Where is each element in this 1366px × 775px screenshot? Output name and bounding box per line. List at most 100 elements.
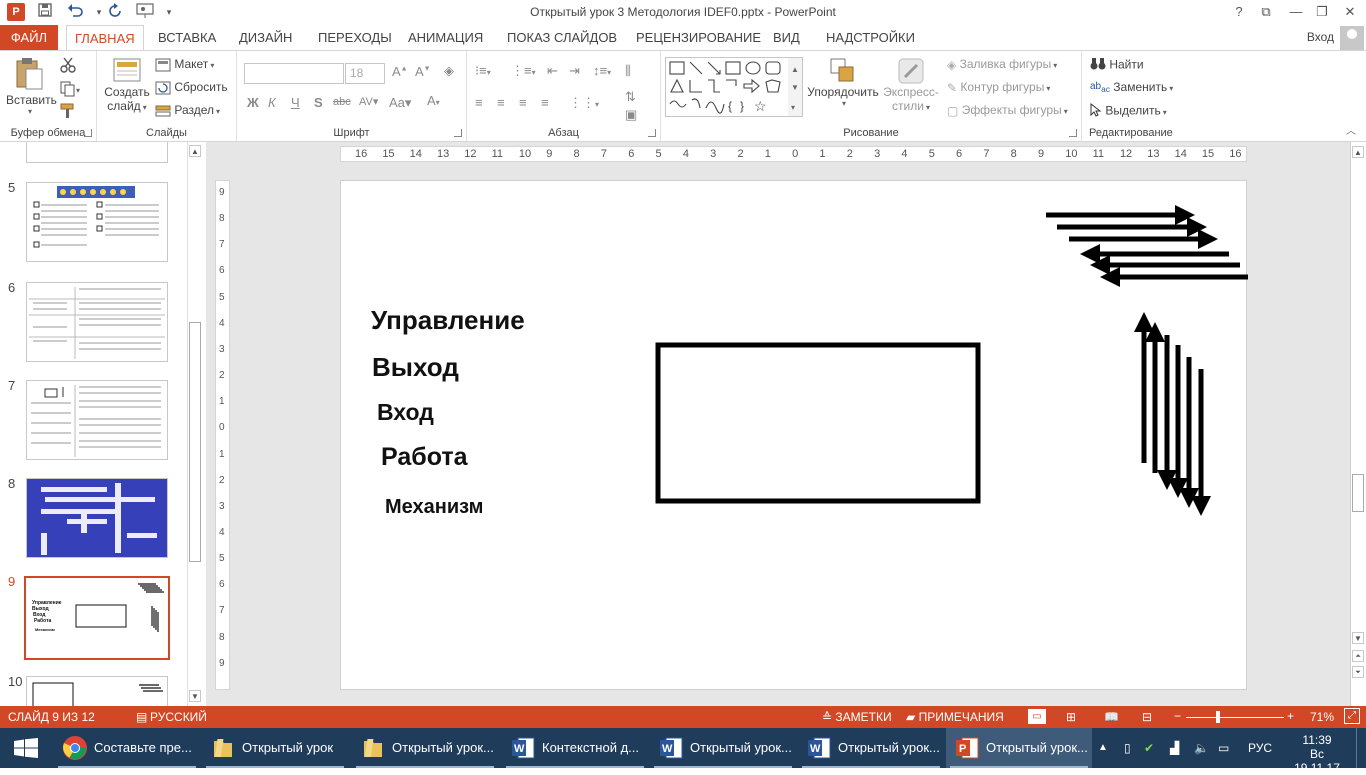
justify-icon[interactable]: ≡: [541, 95, 549, 110]
shape-effects-button[interactable]: ▢ Эффекты фигуры ▾: [947, 103, 1068, 118]
columns-2-icon[interactable]: ⋮⋮▾: [569, 95, 599, 111]
zoom-out-icon[interactable]: −: [1174, 709, 1181, 723]
drawing-launcher-icon[interactable]: [1069, 129, 1077, 137]
decrease-indent-icon[interactable]: ⇤: [547, 63, 558, 79]
editor-scroll-thumb[interactable]: [1352, 474, 1364, 512]
italic-icon[interactable]: К: [268, 95, 276, 110]
show-hidden-icons-icon[interactable]: ▲: [1098, 728, 1108, 768]
editor-scrollbar[interactable]: ▲ ▼ ⏶ ⏷: [1350, 142, 1366, 706]
editor-scroll-down-icon[interactable]: ▼: [1352, 632, 1364, 644]
tab-review[interactable]: РЕЦЕНЗИРОВАНИЕ: [634, 25, 763, 50]
zoom-level[interactable]: 71%: [1310, 710, 1334, 724]
slide-thumb-5[interactable]: [26, 182, 168, 262]
slide-thumb-10[interactable]: [26, 676, 168, 706]
battery-icon[interactable]: ▯: [1124, 728, 1131, 768]
align-center-icon[interactable]: ≡: [497, 95, 505, 110]
language-indicator[interactable]: РУССКИЙ: [150, 710, 207, 724]
char-spacing-icon[interactable]: AV▾: [359, 95, 378, 108]
taskbar-item-folder-2[interactable]: Открытый урок...: [352, 728, 498, 768]
ribbon-display-icon[interactable]: ⧉: [1252, 2, 1280, 22]
normal-view-icon[interactable]: ▭: [1028, 709, 1046, 724]
clock[interactable]: 11:39 Вс 19.11.17: [1286, 728, 1348, 775]
smartart-icon[interactable]: ▣: [625, 107, 637, 123]
taskbar-item-chrome[interactable]: Составьте пре...: [54, 728, 200, 768]
slide-counter[interactable]: СЛАЙД 9 ИЗ 12: [8, 710, 95, 724]
tab-insert[interactable]: ВСТАВКА: [156, 25, 218, 50]
tab-home[interactable]: ГЛАВНАЯ: [66, 25, 144, 51]
new-slide-button[interactable]: Создать слайд ▾: [103, 57, 151, 113]
shadow-icon[interactable]: S: [314, 95, 323, 110]
align-left-icon[interactable]: ≡: [475, 95, 483, 110]
slide-thumb-4[interactable]: [26, 142, 168, 163]
spellcheck-icon[interactable]: ▤: [136, 710, 147, 724]
increase-indent-icon[interactable]: ⇥: [569, 63, 580, 79]
slideshow-view-icon[interactable]: ⊟: [1142, 710, 1152, 724]
taskbar-item-word-2[interactable]: W Открытый урок...: [650, 728, 796, 768]
clear-formatting-icon[interactable]: ◈: [444, 63, 454, 79]
font-launcher-icon[interactable]: [454, 129, 462, 137]
scroll-down-icon[interactable]: ▼: [189, 690, 201, 702]
minimize-icon[interactable]: —: [1282, 2, 1310, 22]
tab-addins[interactable]: НАДСТРОЙКИ: [824, 25, 917, 50]
strikethrough-icon[interactable]: abc: [333, 96, 351, 108]
font-size-combo[interactable]: 18: [345, 63, 385, 84]
paragraph-launcher-icon[interactable]: [648, 129, 656, 137]
language-indicator-taskbar[interactable]: РУС: [1248, 728, 1272, 768]
help-icon[interactable]: ?: [1225, 2, 1253, 22]
slide-sorter-icon[interactable]: ⊞: [1066, 710, 1076, 724]
user-avatar-icon[interactable]: [1340, 26, 1364, 50]
section-button[interactable]: Раздел ▾: [155, 103, 220, 118]
replace-button[interactable]: abac Заменить ▾: [1090, 80, 1173, 94]
show-desktop-button[interactable]: [1356, 728, 1366, 768]
underline-icon[interactable]: Ч: [291, 95, 300, 110]
fit-to-window-icon[interactable]: ⤢: [1344, 708, 1360, 724]
slide-thumb-9[interactable]: Управление Выход Вход Работа Механизм: [24, 576, 170, 660]
shape-outline-button[interactable]: ✎ Контур фигуры ▾: [947, 80, 1050, 95]
zoom-slider-thumb[interactable]: [1216, 711, 1220, 723]
reset-button[interactable]: Сбросить: [155, 80, 228, 95]
tab-animation[interactable]: АНИМАЦИЯ: [406, 25, 485, 50]
editor-scroll-up-icon[interactable]: ▲: [1352, 146, 1364, 158]
start-button[interactable]: [0, 728, 52, 768]
tab-transitions[interactable]: ПЕРЕХОДЫ: [316, 25, 394, 50]
select-button[interactable]: Выделить ▾: [1090, 102, 1167, 120]
thumbnails-scrollbar[interactable]: ▲ ▼: [187, 142, 203, 706]
numbering-icon[interactable]: ⋮≡▾: [511, 63, 536, 79]
shape-fill-button[interactable]: ◈ Заливка фигуры ▾: [947, 57, 1057, 72]
font-name-combo[interactable]: [244, 63, 344, 84]
text-direction-icon[interactable]: ⇅: [625, 89, 636, 105]
action-center-icon[interactable]: ✔: [1144, 728, 1154, 768]
volume-icon[interactable]: 🔈: [1194, 728, 1209, 768]
cut-icon[interactable]: [60, 57, 76, 76]
shrink-font-icon[interactable]: A▼: [415, 64, 431, 79]
clipboard-launcher-icon[interactable]: [84, 129, 92, 137]
sign-in-link[interactable]: Вход: [1307, 25, 1334, 50]
comments-button[interactable]: ▰ ПРИМЕЧАНИЯ: [906, 710, 1004, 724]
scroll-up-icon[interactable]: ▲: [189, 145, 201, 157]
grow-font-icon[interactable]: A▲: [392, 64, 408, 79]
reading-view-icon[interactable]: 📖: [1104, 710, 1119, 724]
change-case-icon[interactable]: Aa▾: [389, 95, 411, 111]
zoom-slider[interactable]: [1186, 717, 1284, 718]
find-button[interactable]: Найти: [1090, 57, 1144, 74]
bold-icon[interactable]: Ж: [247, 95, 259, 110]
tab-design[interactable]: ДИЗАЙН: [237, 25, 294, 50]
network-icon[interactable]: ▟: [1170, 728, 1179, 768]
collapse-ribbon-icon[interactable]: ︿: [1346, 122, 1356, 137]
format-painter-icon[interactable]: [60, 103, 76, 122]
tab-slideshow[interactable]: ПОКАЗ СЛАЙДОВ: [505, 25, 619, 50]
align-right-icon[interactable]: ≡: [519, 95, 527, 110]
slide-thumb-8[interactable]: [26, 478, 168, 558]
next-slide-icon[interactable]: ⏷: [1352, 666, 1364, 678]
tab-view[interactable]: ВИД: [771, 25, 802, 50]
line-spacing-icon[interactable]: ↕≡▾: [593, 63, 611, 78]
layout-button[interactable]: Макет ▾: [155, 57, 214, 72]
copy-icon[interactable]: ▾: [60, 81, 82, 100]
tab-file[interactable]: ФАЙЛ: [0, 25, 58, 50]
slide-thumb-6[interactable]: [26, 282, 168, 362]
font-color-icon[interactable]: A▾: [427, 93, 440, 108]
keyboard-icon[interactable]: ▭: [1218, 728, 1229, 768]
columns-icon[interactable]: ⫼: [625, 63, 631, 79]
previous-slide-icon[interactable]: ⏶: [1352, 650, 1364, 662]
thumbnails-scroll-thumb[interactable]: [189, 322, 201, 562]
